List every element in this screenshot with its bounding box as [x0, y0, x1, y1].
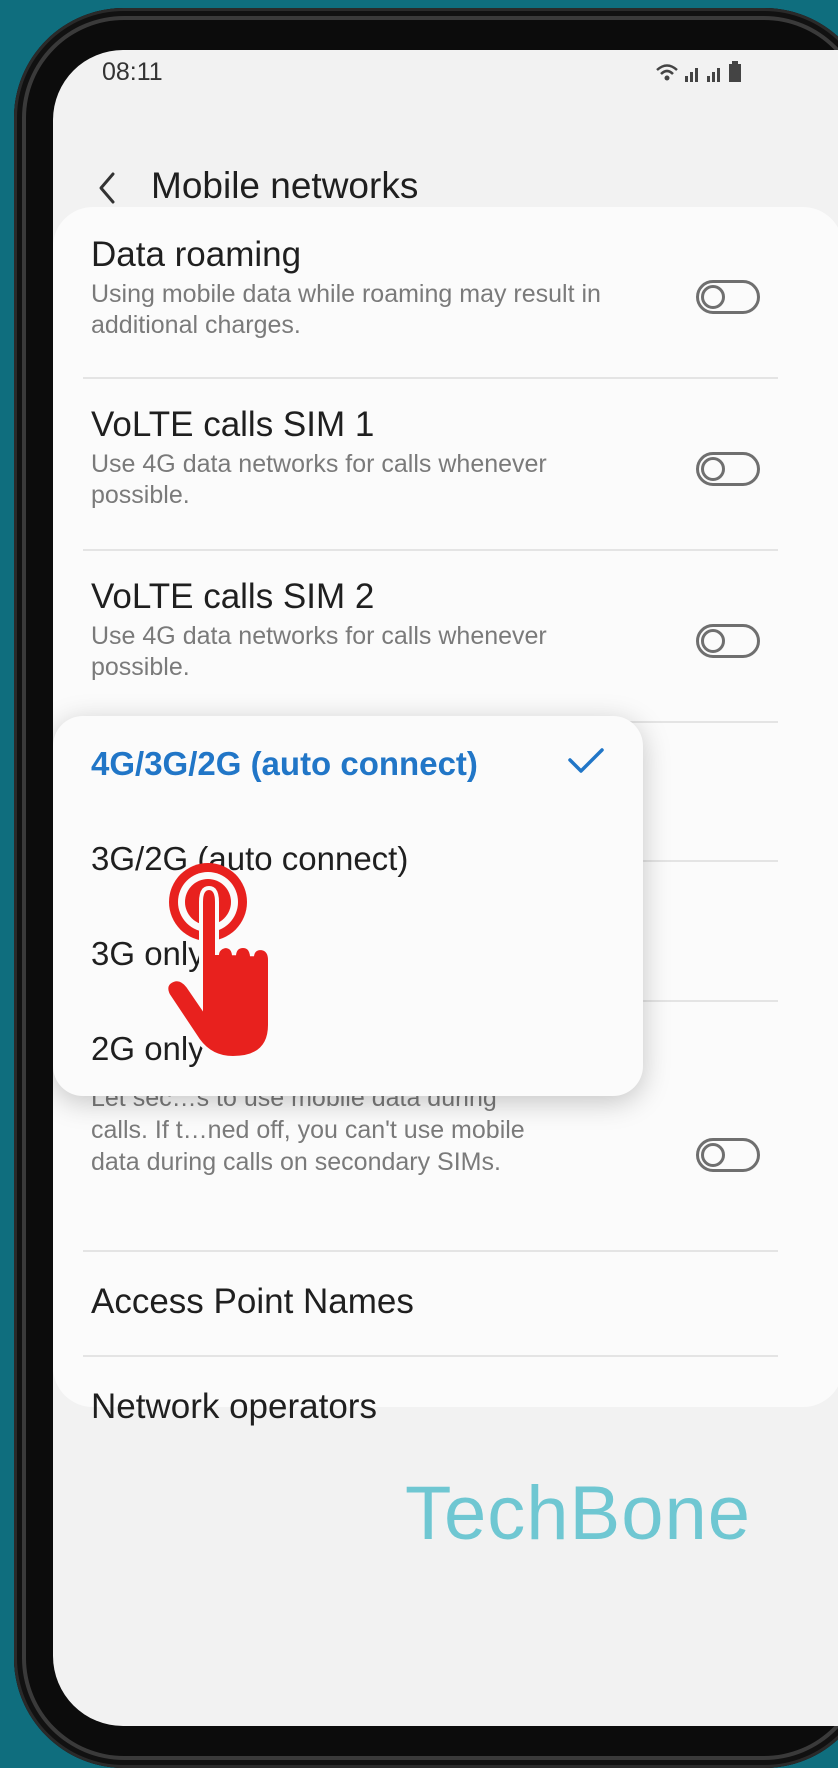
- status-time: 08:11: [102, 58, 163, 86]
- status-icons: [656, 61, 741, 82]
- setting-title: Network operators: [91, 1387, 377, 1426]
- volte-sim2-toggle[interactable]: [696, 624, 760, 658]
- setting-title: VoLTE calls SIM 1: [91, 405, 375, 444]
- desc-line: calls. If t…ned off, you can't use mobil…: [91, 1116, 525, 1144]
- wifi-icon: [656, 64, 678, 81]
- signal-icon: [685, 68, 720, 82]
- setting-description: Let sec…s to use mobile data during call…: [91, 1082, 691, 1178]
- setting-access-point-names[interactable]: Access Point Names: [53, 1252, 838, 1357]
- battery-icon: [729, 61, 741, 82]
- data-roaming-toggle[interactable]: [696, 280, 760, 314]
- status-bar: 08:11: [53, 50, 838, 110]
- toggle-knob: [701, 457, 725, 481]
- setting-description: Use 4G data networks for calls whenever …: [91, 622, 547, 681]
- setting-title: VoLTE calls SIM 2: [91, 577, 375, 616]
- network-mode-popup: 4G/3G/2G (auto connect) 3G/2G (auto conn…: [53, 716, 643, 1096]
- watermark: TechBone: [405, 1471, 752, 1556]
- setting-volte-sim2[interactable]: VoLTE calls SIM 2 Use 4G data networks f…: [53, 551, 838, 721]
- toggle-knob: [701, 1143, 725, 1167]
- chevron-left-icon[interactable]: [89, 168, 129, 208]
- toggle-knob: [701, 629, 725, 653]
- setting-volte-sim1[interactable]: VoLTE calls SIM 1 Use 4G data networks f…: [53, 379, 838, 549]
- page-title: Mobile networks: [151, 165, 419, 206]
- secondary-sim-data-toggle[interactable]: [696, 1138, 760, 1172]
- volte-sim1-toggle[interactable]: [696, 452, 760, 486]
- setting-data-roaming[interactable]: Data roaming Using mobile data while roa…: [53, 207, 838, 377]
- desc-line: data during calls on secondary SIMs.: [91, 1148, 501, 1176]
- tap-hand-icon: [164, 863, 272, 1060]
- phone-screen: 08:11 Mobile networks Data roaming Using…: [53, 50, 838, 1726]
- toggle-knob: [701, 285, 725, 309]
- setting-network-operators[interactable]: Network operators: [53, 1357, 838, 1457]
- setting-description: Use 4G data networks for calls whenever …: [91, 450, 547, 509]
- header: Mobile networks: [53, 120, 838, 220]
- network-mode-option[interactable]: 4G/3G/2G (auto connect): [91, 745, 478, 783]
- setting-description: Using mobile data while roaming may resu…: [91, 280, 601, 339]
- setting-title: Access Point Names: [91, 1282, 414, 1321]
- setting-title: Data roaming: [91, 235, 302, 274]
- check-icon: [568, 748, 604, 773]
